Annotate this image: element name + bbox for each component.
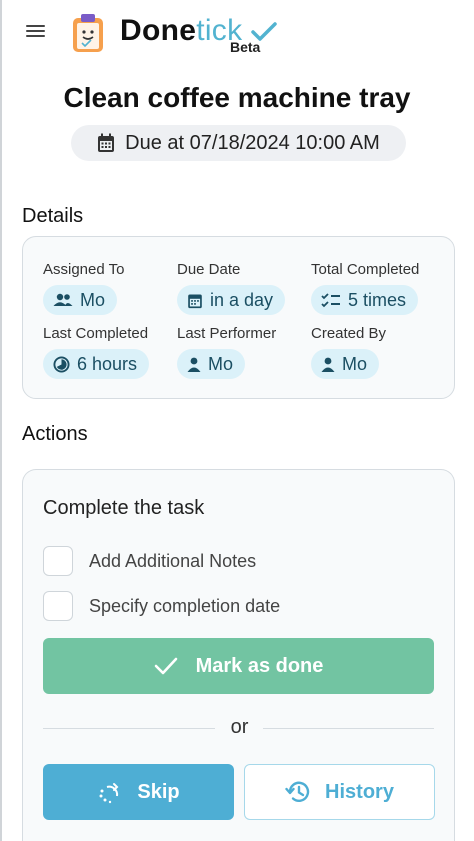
last-completed-chip: 6 hours bbox=[43, 349, 150, 379]
detail-last-performer: Last Performer Mo bbox=[177, 325, 276, 379]
detail-due-date: Due Date in a day bbox=[177, 261, 286, 315]
detail-label: Created By bbox=[311, 325, 387, 342]
chip-text: Mo bbox=[208, 353, 234, 374]
chip-text: 5 times bbox=[348, 289, 407, 310]
mark-as-done-label: Mark as done bbox=[195, 654, 324, 677]
detail-created-by: Created By Mo bbox=[311, 325, 386, 379]
person-icon bbox=[321, 357, 335, 372]
detail-total-completed: Total Completed 5 times bbox=[311, 261, 419, 315]
detail-last-completed: Last Completed 6 hours bbox=[43, 325, 150, 379]
chip-text: Mo bbox=[80, 289, 106, 310]
hamburger-menu-icon[interactable] bbox=[24, 22, 48, 44]
details-heading: Details bbox=[22, 205, 84, 227]
detail-label: Last Completed bbox=[43, 325, 149, 342]
due-date-pill: Due at 07/18/2024 10:00 AM bbox=[71, 125, 406, 161]
skip-button[interactable]: Skip bbox=[43, 764, 234, 820]
detail-label: Assigned To bbox=[43, 261, 125, 278]
detail-label: Last Performer bbox=[177, 325, 277, 342]
brand-name: Donetick bbox=[120, 14, 242, 48]
completion-date-option[interactable]: Specify completion date bbox=[43, 591, 280, 621]
chip-text: in a day bbox=[210, 289, 274, 310]
app-header: Donetick Beta bbox=[0, 0, 474, 68]
total-completed-chip: 5 times bbox=[311, 285, 419, 315]
add-notes-checkbox[interactable] bbox=[43, 546, 73, 576]
people-icon bbox=[53, 293, 73, 306]
beta-badge: Beta bbox=[230, 39, 261, 55]
checklist-icon bbox=[321, 293, 340, 308]
history-icon bbox=[285, 781, 310, 802]
details-card: Assigned To Mo Due Date in a day Total C… bbox=[22, 236, 455, 399]
detail-assigned-to: Assigned To Mo bbox=[43, 261, 124, 315]
calendar-icon bbox=[188, 294, 202, 308]
detail-label: Due Date bbox=[177, 261, 241, 278]
history-button[interactable]: History bbox=[244, 764, 435, 820]
last-performer-chip: Mo bbox=[177, 349, 246, 379]
task-title: Clean coffee machine tray bbox=[63, 82, 411, 113]
created-by-chip: Mo bbox=[311, 349, 380, 379]
check-icon bbox=[154, 657, 177, 675]
chip-text: 6 hours bbox=[77, 353, 138, 374]
mark-as-done-button[interactable]: Mark as done bbox=[43, 638, 434, 694]
detail-label: Total Completed bbox=[311, 261, 420, 278]
chip-text: Mo bbox=[342, 353, 368, 374]
assignee-chip: Mo bbox=[43, 285, 118, 315]
due-date-text: Due at 07/18/2024 10:00 AM bbox=[125, 131, 380, 154]
skip-label: Skip bbox=[137, 780, 180, 803]
window-edge bbox=[0, 0, 2, 841]
due-date-chip: in a day bbox=[177, 285, 286, 315]
calendar-icon bbox=[98, 133, 115, 152]
brand-main: Done bbox=[120, 14, 197, 47]
actions-card: Complete the task Add Additional Notes S… bbox=[22, 469, 455, 841]
clipboard-logo-icon bbox=[73, 14, 103, 52]
completion-date-label: Specify completion date bbox=[89, 595, 281, 616]
complete-task-title: Complete the task bbox=[43, 497, 205, 519]
completion-date-checkbox[interactable] bbox=[43, 591, 73, 621]
divider-right bbox=[263, 728, 434, 729]
person-icon bbox=[187, 357, 201, 372]
history-label: History bbox=[325, 780, 394, 803]
skip-sparkle-icon bbox=[99, 783, 119, 804]
add-notes-option[interactable]: Add Additional Notes bbox=[43, 546, 256, 576]
add-notes-label: Add Additional Notes bbox=[89, 550, 257, 571]
clock-icon bbox=[53, 355, 70, 373]
actions-heading: Actions bbox=[22, 423, 88, 445]
